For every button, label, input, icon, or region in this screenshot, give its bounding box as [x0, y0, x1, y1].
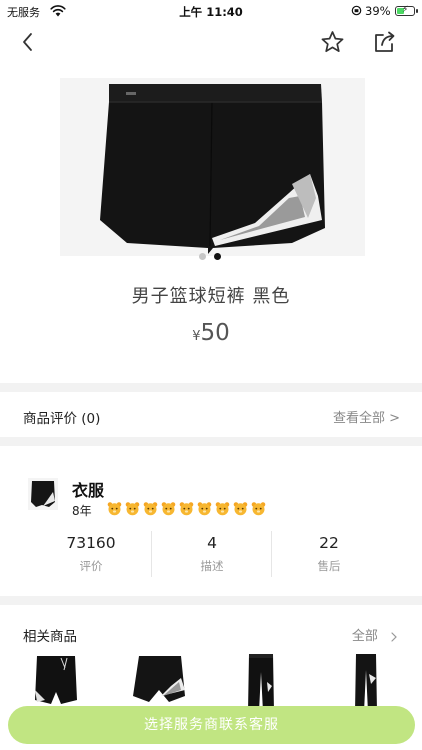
section-divider	[0, 437, 422, 446]
bear-icon	[215, 502, 230, 516]
stat-value: 4	[207, 534, 217, 552]
stat-label: 售后	[317, 559, 341, 573]
bear-icon	[233, 502, 248, 516]
reviews-row[interactable]: 商品评价 (0) 查看全部 >	[0, 392, 422, 437]
store-avatar[interactable]	[28, 478, 58, 510]
related-product-item[interactable]	[31, 652, 81, 712]
stat-after-sales: 22 售后	[269, 534, 389, 574]
reviews-view-all-link[interactable]: 查看全部 >	[333, 407, 400, 426]
black-pants-thumbnail	[248, 654, 274, 712]
basketball-shorts-image	[60, 78, 365, 256]
image-pagination	[196, 251, 226, 261]
back-chevron-icon[interactable]	[16, 30, 40, 54]
stat-reviews: 73160 评价	[31, 534, 151, 574]
related-all-label: 全部	[351, 629, 378, 644]
related-products-all-link[interactable]: 全部	[352, 625, 400, 644]
battery-percent: 39%	[365, 4, 391, 18]
black-shorts-thumbnail	[35, 656, 77, 704]
pagination-dot-active	[214, 253, 221, 260]
status-bar: 无服务 上午 11:40 39% ⚡	[0, 0, 422, 24]
price-value: 50	[200, 320, 230, 346]
battery-charging-icon: ⚡	[395, 5, 418, 16]
bear-icon	[107, 502, 122, 516]
pagination-dot-inactive	[199, 253, 206, 260]
section-divider	[0, 383, 422, 392]
price-currency: ¥	[192, 329, 201, 344]
related-product-item[interactable]	[353, 652, 379, 712]
black-pants-thumbnail	[355, 654, 377, 712]
contact-service-button[interactable]: 选择服务商联系客服	[8, 706, 415, 744]
product-price: ¥50	[0, 320, 422, 346]
related-products-title: 相关商品	[23, 629, 77, 645]
store-years: 8年	[72, 504, 92, 518]
stat-value: 73160	[66, 534, 116, 552]
stat-label: 评价	[79, 559, 103, 573]
bear-icon	[161, 502, 176, 516]
bear-icon	[251, 502, 266, 516]
stat-description: 4 描述	[152, 534, 272, 574]
product-title: 男子篮球短裤 黑色	[131, 286, 291, 307]
reviews-label: 商品评价 (0)	[23, 411, 101, 427]
orientation-lock-icon	[351, 5, 362, 16]
product-image[interactable]	[60, 78, 365, 256]
related-product-item[interactable]	[246, 652, 276, 712]
section-divider	[0, 596, 422, 605]
related-product-item[interactable]	[129, 652, 189, 712]
store-name: 衣服	[72, 481, 105, 500]
share-icon[interactable]	[371, 29, 397, 55]
bear-icon	[179, 502, 194, 516]
black-shorts-thumbnail	[133, 656, 185, 702]
star-icon[interactable]	[320, 30, 345, 54]
chevron-right-icon	[391, 631, 397, 642]
bear-icon	[125, 502, 140, 516]
stat-label: 描述	[200, 559, 224, 573]
bear-icon	[197, 502, 212, 516]
stat-value: 22	[319, 534, 339, 552]
bear-icon	[143, 502, 158, 516]
